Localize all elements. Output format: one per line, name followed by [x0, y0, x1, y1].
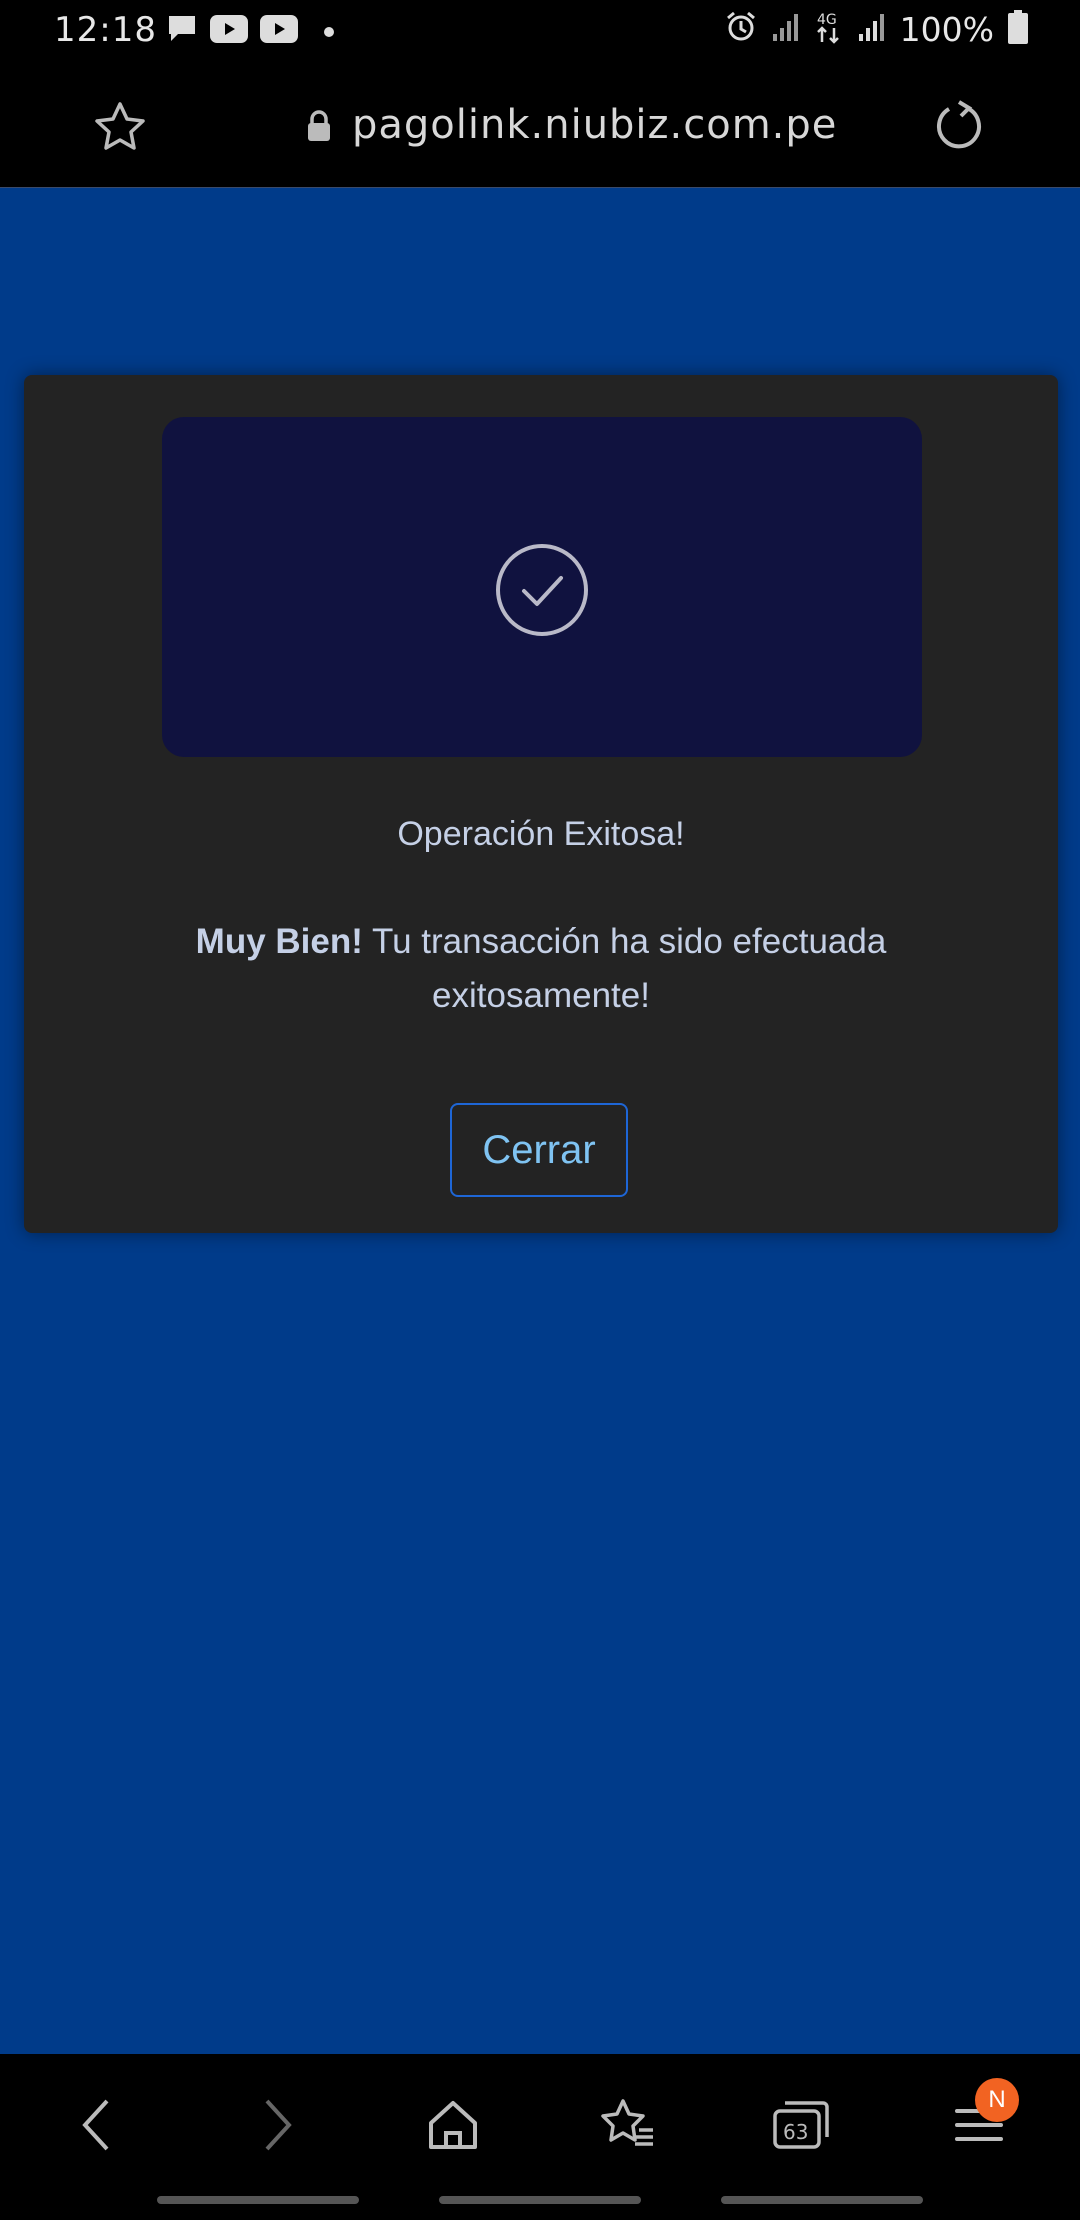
- message-icon: [166, 14, 198, 49]
- close-button[interactable]: Cerrar: [450, 1103, 628, 1197]
- check-circle-icon: [495, 543, 589, 642]
- gesture-handle: [439, 2196, 641, 2204]
- tab-count: 63: [783, 2120, 808, 2144]
- gesture-handle: [721, 2196, 923, 2204]
- status-time: 12:18: [54, 10, 157, 50]
- data-4g-icon: 4G: [814, 10, 844, 49]
- signal-icon: [772, 12, 800, 47]
- system-icons: 4G 100%: [724, 10, 1028, 49]
- forward-icon[interactable]: [242, 2090, 312, 2160]
- success-banner: [162, 417, 922, 757]
- battery-icon: [1008, 10, 1028, 49]
- home-icon[interactable]: [418, 2090, 488, 2160]
- notification-icons: [166, 14, 334, 49]
- dialog-message: Muy Bien! Tu transacción ha sido efectua…: [144, 915, 938, 1023]
- signal-icon: [858, 12, 886, 47]
- bookmark-star-icon[interactable]: [92, 100, 148, 159]
- reload-icon[interactable]: [933, 100, 987, 159]
- gesture-handle: [157, 2196, 359, 2204]
- youtube-icon: [210, 15, 248, 48]
- battery-percent: 100%: [899, 10, 994, 49]
- message-bold: Muy Bien!: [195, 922, 363, 961]
- dialog-title: Operación Exitosa!: [397, 815, 685, 853]
- more-notifications-dot: [324, 26, 334, 37]
- bookmarks-icon[interactable]: [592, 2090, 662, 2160]
- network-type-label: 4G: [817, 12, 837, 28]
- success-dialog: Operación Exitosa! Muy Bien! Tu transacc…: [24, 375, 1058, 1233]
- tabs-icon[interactable]: 63: [766, 2090, 836, 2160]
- back-icon[interactable]: [62, 2090, 132, 2160]
- url-field[interactable]: pagolink.niubiz.com.pe: [352, 102, 837, 148]
- message-text: Tu transacción ha sido efectuada exitosa…: [362, 922, 887, 1015]
- youtube-icon: [260, 15, 298, 48]
- status-bar: 12:18 4G 100%: [0, 0, 1080, 62]
- alarm-icon: [724, 10, 758, 49]
- browser-toolbar: pagolink.niubiz.com.pe: [0, 62, 1080, 188]
- lock-icon: [306, 110, 332, 147]
- menu-notification-badge: N: [975, 2078, 1019, 2122]
